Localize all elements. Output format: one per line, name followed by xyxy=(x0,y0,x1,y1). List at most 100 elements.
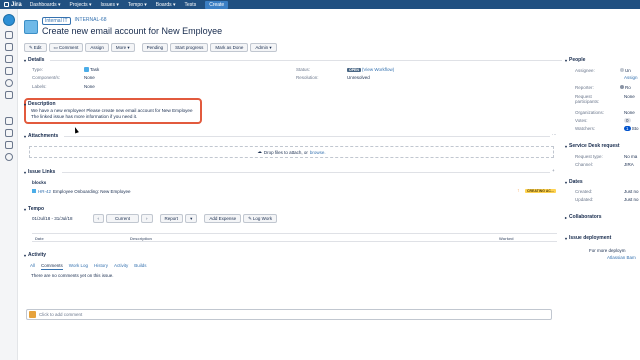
project-avatar[interactable] xyxy=(3,14,15,26)
deployment-heading[interactable]: ▾ Issue deployment xyxy=(565,235,611,241)
issues-icon[interactable] xyxy=(5,117,13,125)
nav-dashboards[interactable]: Dashboards ▾ xyxy=(30,2,61,8)
deployment-text: For more deploym xyxy=(589,248,626,253)
tab-builds[interactable]: Builds xyxy=(134,263,146,270)
tab-activity[interactable]: Activity xyxy=(114,263,128,270)
comment-button[interactable]: ▭ Comment xyxy=(48,43,84,52)
labels-value[interactable]: None xyxy=(84,84,95,89)
divider xyxy=(50,60,562,61)
issue-main: Internal IT INTERNAL-68 Create new email… xyxy=(22,9,562,360)
breadcrumb-project[interactable]: Internal IT xyxy=(42,17,71,25)
collaborators-heading[interactable]: ▸ Collaborators xyxy=(565,214,602,220)
status-value: OPEN (View Workflow) xyxy=(347,67,394,72)
components-value[interactable]: None xyxy=(84,75,95,80)
status-label: Status: xyxy=(296,67,311,72)
next-period-button[interactable]: › xyxy=(141,214,153,223)
mouse-cursor-icon xyxy=(73,126,79,134)
add-link-icon[interactable]: + xyxy=(552,168,555,173)
admin-button[interactable]: Admin ▾ xyxy=(250,43,277,52)
votes-count[interactable]: 0 xyxy=(624,118,631,123)
app-switcher-icon[interactable] xyxy=(4,2,9,7)
pending-button[interactable]: Pending xyxy=(141,43,169,52)
description-heading[interactable]: ▾ Description xyxy=(24,101,56,107)
description-body[interactable]: We have a new employee! Please create ne… xyxy=(31,108,193,120)
nav-projects[interactable]: Projects ▾ xyxy=(70,2,92,8)
pencil-icon: ✎ xyxy=(29,44,33,50)
view-workflow-link[interactable]: (View Workflow) xyxy=(362,67,394,72)
customers-icon[interactable] xyxy=(5,67,13,75)
tab-history[interactable]: History xyxy=(94,263,108,270)
add-comment-field[interactable]: Click to add comment xyxy=(26,309,552,320)
tempo-date-range: 01/Jul/18 - 31/Jul/18 xyxy=(32,216,73,221)
assign-button[interactable]: Assign xyxy=(85,43,109,52)
start-progress-button[interactable]: Start progress xyxy=(170,43,209,52)
jira-logo-text: Jira xyxy=(11,1,22,8)
request-type-value[interactable]: No ma xyxy=(624,154,637,159)
components-icon[interactable] xyxy=(5,129,13,137)
log-work-button[interactable]: ✎ Log Work xyxy=(243,214,278,223)
sla-icon[interactable] xyxy=(5,79,13,87)
tests-icon[interactable] xyxy=(5,141,13,149)
assign-link[interactable]: Assign xyxy=(624,75,638,80)
collapse-caret-icon: ▾ xyxy=(24,206,27,212)
activity-heading[interactable]: ▾ Activity xyxy=(24,252,46,258)
dates-heading[interactable]: ▾ Dates xyxy=(565,179,583,185)
channel-value: JIRA xyxy=(624,162,634,167)
attachments-heading[interactable]: ▾ Attachments xyxy=(24,133,58,139)
status-lozenge: OPEN xyxy=(347,68,361,72)
tempo-options-button[interactable]: ▾ xyxy=(185,214,198,223)
reports-icon[interactable] xyxy=(5,43,13,51)
attachments-options-icon[interactable]: ⋯ xyxy=(552,132,557,138)
tab-all[interactable]: All xyxy=(30,263,35,270)
queues-icon[interactable] xyxy=(5,31,13,39)
attachment-dropzone[interactable]: ☁ Drop files to attach, or browse. xyxy=(29,146,554,158)
deployment-link[interactable]: Atlassian Bam xyxy=(607,255,636,260)
reporter-value[interactable]: Ro xyxy=(620,85,631,90)
nav-issues[interactable]: Issues ▾ xyxy=(101,2,119,8)
more-button[interactable]: More ▾ xyxy=(110,43,135,52)
details-heading[interactable]: ▾ Details xyxy=(24,57,44,63)
tempo-icon[interactable] xyxy=(5,153,13,161)
people-heading-label: People xyxy=(569,57,586,63)
tempo-heading[interactable]: ▾ Tempo xyxy=(24,206,44,212)
current-period-button[interactable]: Current xyxy=(106,214,140,223)
issue-title[interactable]: Create new email account for New Employe… xyxy=(42,26,222,36)
deployment-heading-label: Issue deployment xyxy=(569,235,612,241)
watchers-label: Watchers: xyxy=(575,126,596,131)
report-button[interactable]: Report xyxy=(159,214,184,223)
assignee-value[interactable]: Un xyxy=(620,68,631,73)
people-heading[interactable]: ▾ People xyxy=(565,57,585,63)
activity-heading-label: Activity xyxy=(28,252,47,258)
issue-links-heading[interactable]: ▾ Issue Links xyxy=(24,169,55,175)
updated-label: Updated: xyxy=(575,197,594,202)
browse-link[interactable]: browse. xyxy=(310,150,326,155)
jira-logo[interactable]: Jira xyxy=(4,2,22,8)
tab-comments[interactable]: Comments xyxy=(41,263,63,270)
comment-button-label: Comment xyxy=(58,45,79,50)
settings-icon[interactable] xyxy=(5,91,13,99)
tempo-toolbar: 01/Jul/18 - 31/Jul/18 ‹ Current › Report… xyxy=(32,214,278,223)
type-value: Task xyxy=(84,67,99,73)
nav-boards[interactable]: Boards ▾ xyxy=(156,2,176,8)
mark-done-button[interactable]: Mark as Done xyxy=(210,43,249,52)
linked-issue-key[interactable]: HR-42 xyxy=(38,189,51,194)
service-desk-heading[interactable]: ▾ Service Desk request xyxy=(565,143,620,149)
created-value: Just no xyxy=(624,189,639,194)
nav-tests[interactable]: Tests xyxy=(185,2,197,8)
nav-tempo[interactable]: Tempo ▾ xyxy=(128,2,147,8)
watchers-value[interactable]: 1 Sto xyxy=(624,126,639,131)
linked-issue-summary[interactable]: Employee Onboarding: New Employee xyxy=(53,189,131,194)
edit-button[interactable]: ✎ Edit xyxy=(24,43,47,52)
organizations-value[interactable]: None xyxy=(624,110,635,115)
prev-period-button[interactable]: ‹ xyxy=(92,214,105,223)
knowledge-base-icon[interactable] xyxy=(5,55,13,63)
create-button[interactable]: Create xyxy=(205,0,229,9)
cloud-upload-icon: ☁ xyxy=(257,149,262,154)
breadcrumb-issue-key[interactable]: INTERNAL-68 xyxy=(75,17,107,25)
resolution-label: Resolution: xyxy=(296,75,319,80)
priority-up-icon: ↑ xyxy=(517,188,520,194)
add-expense-button[interactable]: Add Expense xyxy=(204,214,242,223)
linked-issue-row[interactable]: HR-42 Employee Onboarding: New Employee … xyxy=(32,187,562,195)
tab-work-log[interactable]: Work Log xyxy=(69,263,88,270)
request-participants-value[interactable]: None xyxy=(624,94,635,99)
